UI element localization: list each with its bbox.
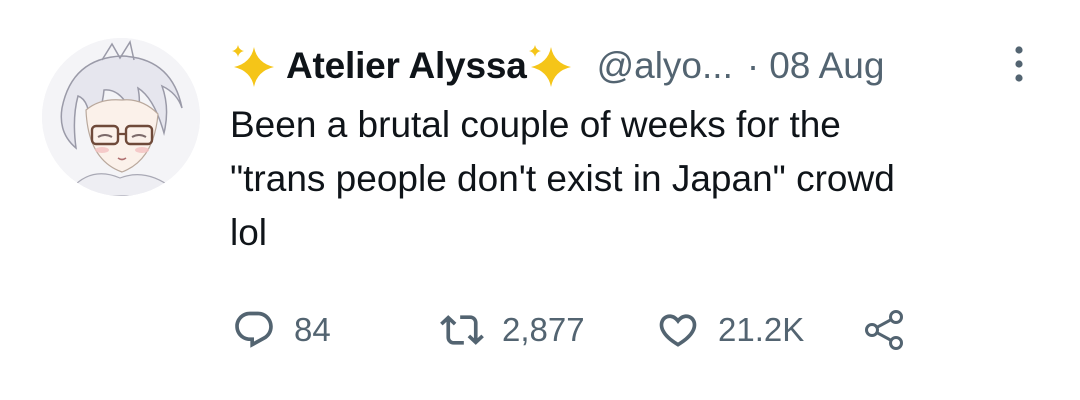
tweet-text-line: lol bbox=[230, 212, 268, 253]
tweet-text-line: "trans people don't exist in Japan" crow… bbox=[230, 158, 895, 199]
tweet-date[interactable]: 08 Aug bbox=[769, 45, 884, 87]
tweet-header: Atelier Alyssa @alyo... · 08 Aug bbox=[230, 38, 884, 94]
reply-icon bbox=[235, 311, 273, 348]
avatar[interactable] bbox=[42, 38, 200, 196]
reply-count: 84 bbox=[294, 311, 331, 348]
share-icon bbox=[865, 310, 903, 350]
author-display-name[interactable]: Atelier Alyssa bbox=[286, 45, 527, 87]
sparkles-icon bbox=[527, 43, 579, 89]
retweet-count: 2,877 bbox=[502, 311, 585, 348]
separator-dot: · bbox=[746, 45, 760, 86]
reply-button[interactable]: 84 bbox=[232, 302, 331, 358]
retweet-icon bbox=[440, 315, 484, 345]
avatar-illustration bbox=[42, 38, 200, 196]
sparkles-icon bbox=[230, 43, 282, 89]
share-button[interactable] bbox=[862, 302, 906, 358]
author-handle[interactable]: @alyo... bbox=[597, 45, 733, 87]
like-button[interactable]: 21.2K bbox=[656, 302, 804, 358]
tweet-text-line: Been a brutal couple of weeks for the bbox=[230, 104, 841, 145]
tweet-actions: 84 2,877 21.2K bbox=[232, 302, 1052, 358]
more-options-icon[interactable] bbox=[1008, 42, 1030, 86]
like-count: 21.2K bbox=[718, 311, 805, 348]
tweet-text: Been a brutal couple of weeks for the "t… bbox=[230, 98, 1050, 260]
retweet-button[interactable]: 2,877 bbox=[440, 302, 585, 358]
heart-icon bbox=[659, 314, 697, 347]
tweet-card[interactable]: Atelier Alyssa @alyo... · 08 Aug Been a … bbox=[0, 0, 1080, 400]
